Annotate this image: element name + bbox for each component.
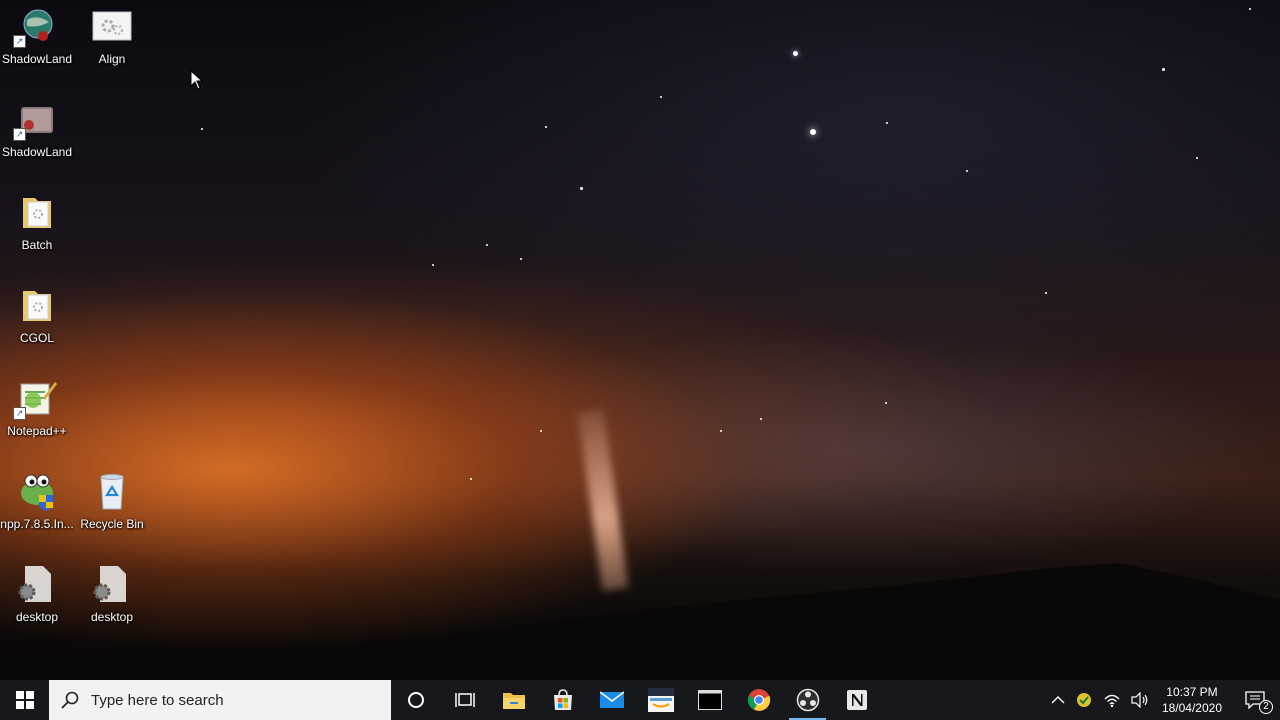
desktop-icon-desktop-ini-1[interactable]: desktop <box>0 560 74 646</box>
star <box>885 402 887 404</box>
star <box>486 244 488 246</box>
wifi-icon <box>1104 694 1120 708</box>
icon-label: Align <box>98 52 126 66</box>
system-tray: 10:37 PM 18/04/2020 2 <box>1046 680 1280 720</box>
settings-file-icon <box>93 566 126 602</box>
icon-label: desktop <box>15 610 59 624</box>
icon-label: npp.7.8.5.In... <box>0 517 74 531</box>
desktop-icon-recycle-bin[interactable]: Recycle Bin <box>75 467 149 553</box>
star <box>886 122 888 124</box>
notion-icon <box>846 690 867 710</box>
store-icon <box>553 689 572 710</box>
star <box>1045 292 1047 294</box>
desktop-icon-shadowland-image[interactable]: ↗ ShadowLand <box>0 95 74 181</box>
installer-icon <box>21 474 53 511</box>
file-explorer-icon <box>502 693 525 709</box>
folder-icon <box>23 198 51 228</box>
icon-label: ShadowLand <box>1 52 73 66</box>
desktop-icon-npp-installer[interactable]: npp.7.8.5.In... <box>0 467 74 553</box>
search-input[interactable]: Type here to search <box>49 680 391 720</box>
star <box>1196 157 1198 159</box>
star <box>810 129 816 135</box>
task-view-button[interactable] <box>440 680 489 720</box>
speaker-icon <box>1131 692 1148 708</box>
mouse-cursor-icon <box>190 70 204 90</box>
star <box>966 170 968 172</box>
icon-label: Notepad++ <box>7 424 67 438</box>
mail-icon <box>599 691 624 708</box>
shortcut-arrow-icon: ↗ <box>13 35 26 48</box>
mail-button[interactable] <box>587 680 636 720</box>
star <box>793 51 798 56</box>
clock[interactable]: 10:37 PM 18/04/2020 <box>1154 684 1230 716</box>
show-hidden-icons-button[interactable] <box>1046 680 1070 720</box>
star <box>201 128 203 130</box>
notion-button[interactable] <box>832 680 881 720</box>
star <box>545 126 547 128</box>
star <box>720 430 722 432</box>
clock-time: 10:37 PM <box>1166 685 1218 699</box>
chevron-up-icon <box>1051 696 1065 704</box>
action-center-button[interactable]: 2 <box>1230 680 1280 720</box>
chrome-button[interactable] <box>734 680 783 720</box>
icon-label: desktop <box>90 610 134 624</box>
star <box>660 96 662 98</box>
taskbar: Type here to search 10:37 PM 18/04/2020 … <box>0 680 1280 720</box>
shortcut-arrow-icon: ↗ <box>13 128 26 141</box>
search-icon <box>61 691 79 709</box>
clock-date: 18/04/2020 <box>1161 701 1222 715</box>
wallpaper-hill-silhouette <box>0 563 1280 680</box>
network-button[interactable] <box>1098 680 1126 720</box>
sync-check-icon <box>1076 693 1091 707</box>
terminal-button[interactable] <box>685 680 734 720</box>
notification-count-badge: 2 <box>1259 700 1273 714</box>
file-explorer-button[interactable] <box>489 680 538 720</box>
settings-file-icon <box>18 566 51 602</box>
icon-label: Recycle Bin <box>80 517 144 531</box>
start-button[interactable] <box>0 680 49 720</box>
store-button[interactable] <box>538 680 587 720</box>
star <box>760 418 762 420</box>
desktop-icon-align[interactable]: Align <box>75 2 149 88</box>
cortana-button[interactable] <box>391 680 440 720</box>
star <box>540 430 542 432</box>
star <box>580 187 583 190</box>
cortana-icon <box>407 692 424 708</box>
desktop-wallpaper[interactable]: ↗ ShadowLand Align ↗ ShadowLand Batch CG… <box>0 0 1280 680</box>
amazon-button[interactable] <box>636 680 685 720</box>
icon-label: Batch <box>21 238 53 252</box>
desktop-icon-shadowland-shortcut[interactable]: ↗ ShadowLand <box>0 2 74 88</box>
star <box>520 258 522 260</box>
search-placeholder: Type here to search <box>91 691 224 709</box>
icon-label: ShadowLand <box>1 145 73 159</box>
star <box>1249 8 1251 10</box>
folder-icon <box>23 291 51 321</box>
shortcut-arrow-icon: ↗ <box>13 407 26 420</box>
star <box>470 478 472 480</box>
icon-label: CGOL <box>19 331 54 345</box>
gear-image-icon <box>92 11 132 41</box>
star <box>1162 68 1165 71</box>
terminal-icon <box>697 690 722 710</box>
windows-logo-icon <box>15 691 34 709</box>
desktop-icon-cgol-folder[interactable]: CGOL <box>0 281 74 367</box>
desktop-icon-notepadplusplus[interactable]: ↗ Notepad++ <box>0 374 74 460</box>
tray-app-button[interactable] <box>1070 680 1098 720</box>
desktop-icon-desktop-ini-2[interactable]: desktop <box>75 560 149 646</box>
desktop-icon-batch-folder[interactable]: Batch <box>0 188 74 274</box>
star <box>432 264 434 266</box>
amazon-icon <box>647 688 674 712</box>
recycle-bin-icon <box>100 474 124 510</box>
chrome-icon <box>747 689 770 711</box>
volume-button[interactable] <box>1126 680 1154 720</box>
task-view-icon <box>454 693 475 707</box>
obs-button[interactable] <box>783 680 832 720</box>
obs-icon <box>796 688 819 712</box>
